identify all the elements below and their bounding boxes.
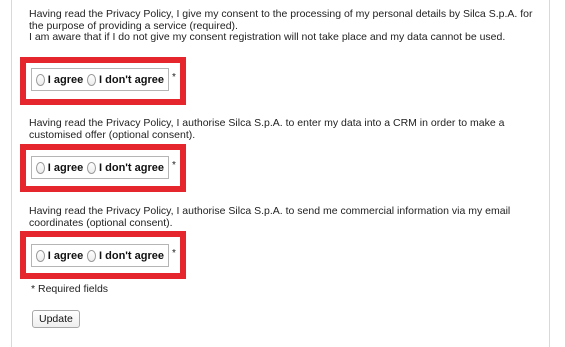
consent-1-required-asterisk: * <box>172 72 176 83</box>
consent-3-required-asterisk: * <box>172 248 176 259</box>
consent-1-radio-group: I agree I don't agree <box>31 68 169 91</box>
consent-3-text-line-1: Having read the Privacy Policy, I author… <box>29 205 511 229</box>
consent-3-disagree-label[interactable]: I don't agree <box>99 250 164 262</box>
consent-3-text: Having read the Privacy Policy, I author… <box>29 205 539 229</box>
consent-2-disagree-label[interactable]: I don't agree <box>99 162 164 174</box>
consent-3-radio-group: I agree I don't agree <box>31 244 169 267</box>
consent-2-agree-radio[interactable] <box>36 161 45 174</box>
consent-1-text-line-2: I am aware that if I do not give my cons… <box>29 31 506 43</box>
consent-2-required-asterisk: * <box>172 160 176 171</box>
consent-form: Having read the Privacy Policy, I give m… <box>0 0 565 347</box>
consent-2-radio-group: I agree I don't agree <box>31 156 169 179</box>
consent-1-disagree-radio[interactable] <box>87 73 97 86</box>
right-divider <box>549 0 550 347</box>
consent-1-agree-label[interactable]: I agree <box>48 74 83 86</box>
consent-2-agree-label[interactable]: I agree <box>48 162 83 174</box>
required-fields-note: * Required fields <box>31 283 109 295</box>
update-button[interactable]: Update <box>32 310 80 328</box>
consent-2-text-line-1: Having read the Privacy Policy, I author… <box>29 117 505 141</box>
left-divider <box>11 0 12 347</box>
consent-2-disagree-radio[interactable] <box>87 161 97 174</box>
consent-3-agree-radio[interactable] <box>36 249 45 262</box>
consent-1-disagree-label[interactable]: I don't agree <box>99 74 164 86</box>
consent-2-text: Having read the Privacy Policy, I author… <box>29 117 539 141</box>
consent-3-disagree-radio[interactable] <box>87 249 97 262</box>
consent-3-agree-label[interactable]: I agree <box>48 250 83 262</box>
consent-1-agree-radio[interactable] <box>36 73 45 86</box>
consent-1-text-line-1: Having read the Privacy Policy, I give m… <box>29 8 533 32</box>
consent-1-text: Having read the Privacy Policy, I give m… <box>29 8 539 44</box>
